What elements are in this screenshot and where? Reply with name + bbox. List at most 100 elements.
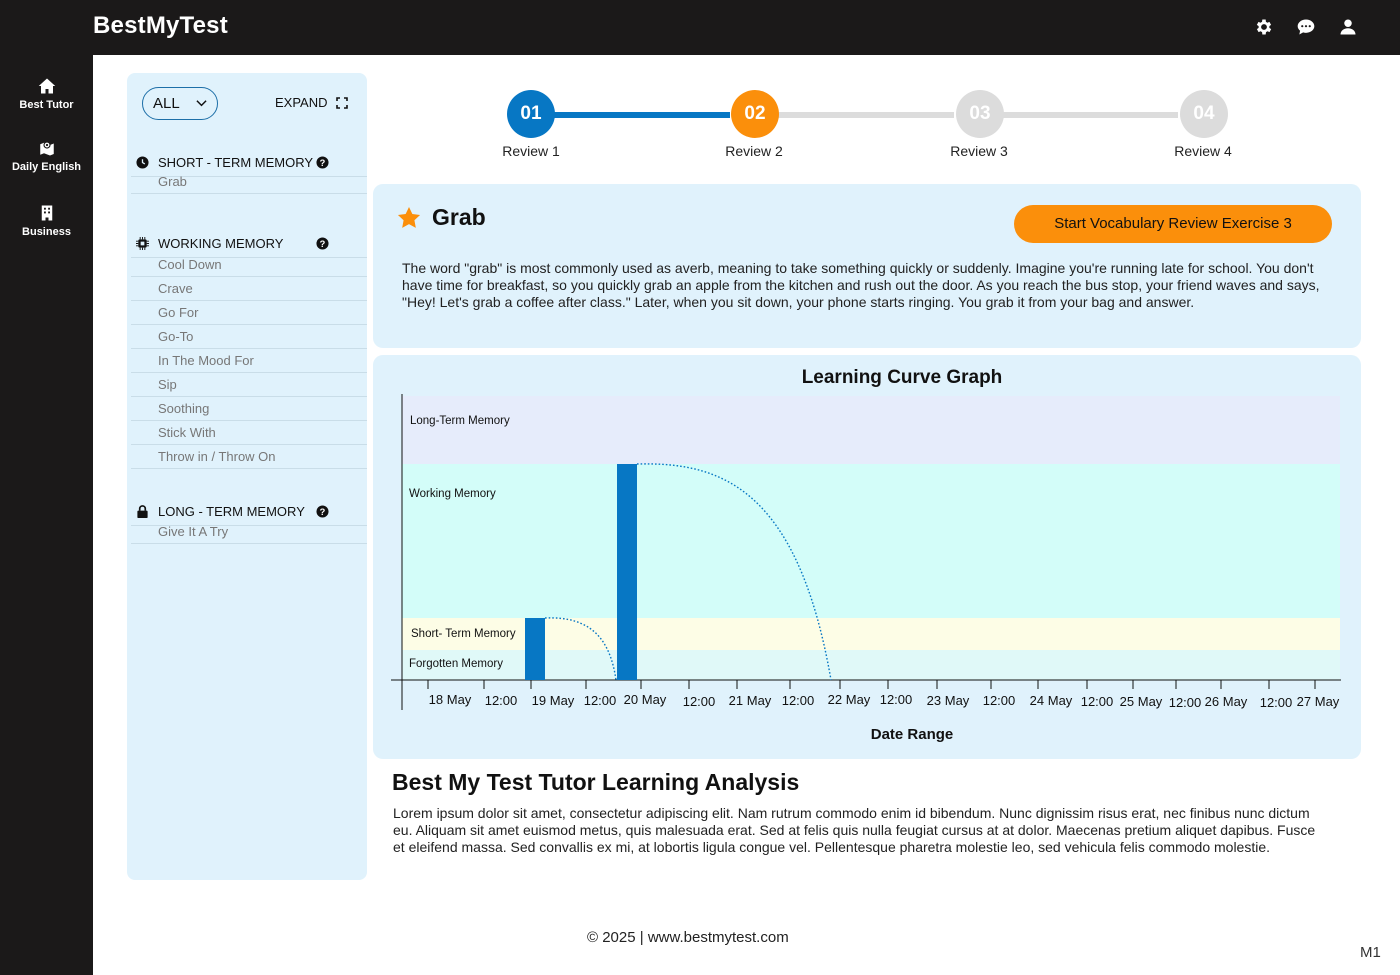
help-icon[interactable]: ?	[316, 505, 329, 518]
chart-title: Learning Curve Graph	[802, 367, 1003, 388]
step-2-circle[interactable]: 02	[731, 90, 779, 138]
x-tick-label: 12:00	[1169, 695, 1202, 710]
map-icon	[39, 141, 54, 156]
x-tick-label: 12:00	[1260, 695, 1293, 710]
x-tick-label: 12:00	[983, 693, 1016, 708]
word-description: The word "grab" is most commonly used as…	[402, 260, 1320, 310]
x-tick-label: 12:00	[782, 693, 815, 708]
chip-icon	[136, 237, 149, 250]
review-steps: 01 02 03 04 Review 1 Review 2 Review 3 R…	[480, 90, 1260, 165]
word-list-item[interactable]: Throw in / Throw On	[131, 445, 367, 469]
word-list-panel: ALL EXPAND SHORT - TERM MEMORY? Grab WORKI…	[127, 73, 367, 880]
step-3-circle[interactable]: 03	[956, 90, 1004, 138]
x-tick-label: 12:00	[1081, 694, 1114, 709]
word-list-item[interactable]: Stick With	[131, 421, 367, 445]
building-icon	[41, 205, 52, 221]
word-list-item[interactable]: Go For	[131, 301, 367, 325]
top-bar: BestMyTest	[0, 0, 1400, 55]
word-list-item[interactable]: Go-To	[131, 325, 367, 349]
section-title: LONG - TERM MEMORY	[158, 504, 305, 519]
x-tick-label: 21 May	[729, 693, 772, 708]
corner-label: M1	[1360, 944, 1381, 961]
x-axis-label: Date Range	[871, 726, 954, 743]
nav-label: Business	[22, 226, 71, 238]
analysis-body: Lorem ipsum dolor sit amet, consectetur …	[393, 805, 1316, 855]
step-number: 04	[1193, 103, 1215, 124]
word-list-item[interactable]: Cool Down	[131, 253, 367, 277]
band-1	[402, 464, 1340, 618]
top-icons	[1254, 17, 1358, 37]
word-list-item[interactable]: In The Mood For	[131, 349, 367, 373]
word-list-item[interactable]: Grab	[131, 170, 367, 194]
word-card: Grab Start Vocabulary Review Exercise 3 …	[373, 184, 1361, 348]
chat-icon[interactable]	[1296, 17, 1316, 37]
word-title: Grab	[396, 204, 486, 231]
step-connector	[754, 112, 954, 118]
chevron-down-icon	[196, 100, 207, 107]
chart-bar	[617, 464, 637, 680]
x-tick-label: 27 May	[1297, 694, 1340, 709]
step-number: 02	[744, 103, 766, 124]
step-3-label: Review 3	[950, 143, 1008, 159]
x-tick-label: 12:00	[880, 692, 913, 707]
expand-button[interactable]: EXPAND	[275, 95, 348, 110]
word-list-item[interactable]: Soothing	[131, 397, 367, 421]
section-title: WORKING MEMORY	[158, 236, 284, 251]
star-icon	[397, 206, 421, 228]
x-tick-label: 12:00	[485, 693, 518, 708]
band-label: Long-Term Memory	[410, 415, 510, 427]
step-4-circle[interactable]: 04	[1180, 90, 1228, 138]
expand-icon	[335, 96, 348, 109]
step-1-label: Review 1	[502, 143, 560, 159]
word-list-item[interactable]: Give It A Try	[131, 520, 367, 544]
band-label: Working Memory	[409, 488, 496, 500]
user-icon[interactable]	[1338, 17, 1358, 37]
brand-logo[interactable]: BestMyTest	[93, 12, 228, 40]
x-tick-label: 12:00	[584, 693, 617, 708]
chart-bar	[525, 618, 545, 680]
band-label: Short- Term Memory	[411, 628, 516, 640]
step-number: 01	[520, 103, 542, 124]
help-icon[interactable]: ?	[316, 156, 329, 169]
word-list-item[interactable]: Sip	[131, 373, 367, 397]
x-tick-label: 26 May	[1205, 694, 1248, 709]
nav-item-daily-english[interactable]: Daily English	[0, 139, 93, 173]
x-tick-label: 24 May	[1030, 693, 1073, 708]
nav-item-best-tutor[interactable]: Best Tutor	[0, 77, 93, 111]
section-title: SHORT - TERM MEMORY	[158, 155, 314, 170]
x-tick-label: 20 May	[624, 692, 667, 707]
word-heading: Grab	[432, 204, 486, 230]
step-connector	[530, 112, 730, 118]
help-icon[interactable]: ?	[316, 237, 329, 250]
step-4-label: Review 4	[1174, 143, 1232, 159]
start-review-button[interactable]: Start Vocabulary Review Exercise 3	[1014, 205, 1332, 243]
footer-text: © 2025 | www.bestmytest.com	[587, 929, 789, 946]
step-1-circle[interactable]: 01	[507, 90, 555, 138]
analysis-title: Best My Test Tutor Learning Analysis	[392, 769, 800, 795]
x-tick-label: 18 May	[429, 692, 472, 707]
clock-icon	[136, 156, 149, 169]
x-tick-label: 12:00	[683, 694, 716, 709]
x-tick-label: 23 May	[927, 693, 970, 708]
gear-icon[interactable]	[1254, 17, 1274, 37]
nav-item-business[interactable]: Business	[0, 204, 93, 238]
word-list-item[interactable]: Crave	[131, 277, 367, 301]
step-2-label: Review 2	[725, 143, 783, 159]
nav-label: Daily English	[11, 161, 82, 173]
svg-text:?: ?	[320, 158, 326, 168]
expand-label: EXPAND	[275, 95, 328, 110]
step-connector	[978, 112, 1178, 118]
home-icon	[38, 78, 55, 94]
learning-curve-chart: Long-Term Memory Working Memory Short- Ter…	[391, 367, 1341, 743]
nav-label: Best Tutor	[19, 99, 74, 111]
step-number: 03	[969, 103, 991, 124]
filter-select[interactable]: ALL	[142, 87, 218, 120]
x-tick-label: 25 May	[1120, 694, 1163, 709]
x-tick-label: 19 May	[532, 693, 575, 708]
band-label: Forgotten Memory	[409, 658, 503, 670]
svg-text:?: ?	[320, 507, 326, 517]
lock-icon	[137, 505, 148, 518]
svg-text:?: ?	[320, 239, 326, 249]
filter-value: ALL	[153, 95, 180, 112]
band-0	[402, 396, 1340, 464]
